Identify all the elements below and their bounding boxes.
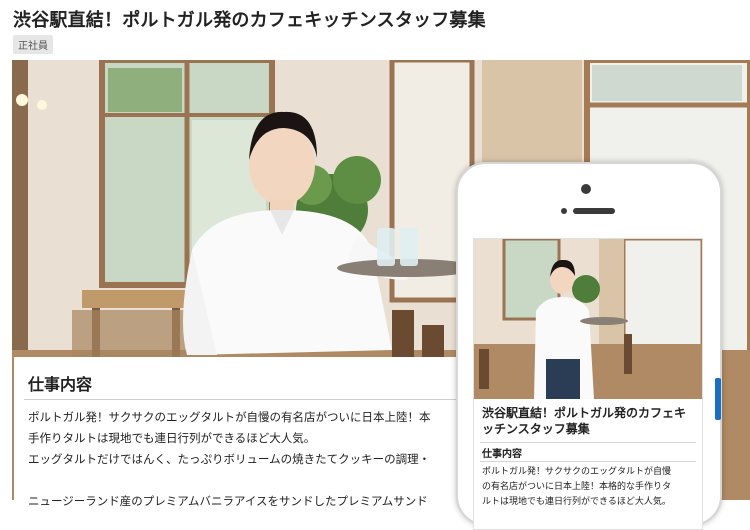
phone-camera-icon [581,184,591,194]
description-line: エッグタルトだけではんく、たっぷりボリュームの焼きたてクッキーの調理・ [28,452,431,466]
mobile-description-line: ルトは現地でも連日行列ができるほど大人気。 [482,497,671,507]
employment-type-badge: 正社員 [13,35,53,54]
description-line: 手作りタルトは現地でも連日行列ができるほど大人気。 [28,431,316,445]
phone-side-button [715,378,721,420]
section-heading: 仕事内容 [28,375,93,394]
mobile-hero-image [474,239,702,399]
mobile-divider [480,461,696,462]
phone-speaker-icon [573,208,615,214]
section-body: ポルトガル発！サクサクのエッグタルトが自慢の有名店がついに日本上陸！本 手作りタ… [28,407,460,512]
mobile-job-title: 渋谷駅直結！ポルトガル発のカフェキッチンスタッフ募集 [482,406,687,436]
mobile-section-heading: 仕事内容 [482,449,522,460]
mobile-description-line: の有名店がついに日本上陸！本格的な手作りタ [482,482,672,492]
phone-screen: 渋谷駅直結！ポルトガル発のカフェキッチンスタッフ募集 仕事内容 ポルトガル発！サ… [473,238,703,530]
mobile-section-body: ポルトガル発！サクサクのエッグタルトが自慢 の有名店がついに日本上陸！本格的な手… [482,465,696,510]
description-line: ポルトガル発！サクサクのエッグタルトが自慢の有名店がついに日本上陸！本 [28,410,431,424]
phone-mockup: 渋谷駅直結！ポルトガル発のカフェキッチンスタッフ募集 仕事内容 ポルトガル発！サ… [456,162,722,530]
mobile-divider [480,442,696,443]
section-divider [24,399,464,400]
mobile-description-line: ポルトガル発！サクサクのエッグタルトが自慢 [482,467,672,477]
phone-sensor-icon [561,208,567,214]
page-title: 渋谷駅直結！ポルトガル発のカフェキッチンスタッフ募集 [13,10,486,31]
description-line: ニュージーランド産のプレミアムバニラアイスをサンドしたプレミアムサンド [28,494,428,508]
job-description-section: 仕事内容 ポルトガル発！サクサクのエッグタルトが自慢の有名店がついに日本上陸！本… [14,357,464,508]
